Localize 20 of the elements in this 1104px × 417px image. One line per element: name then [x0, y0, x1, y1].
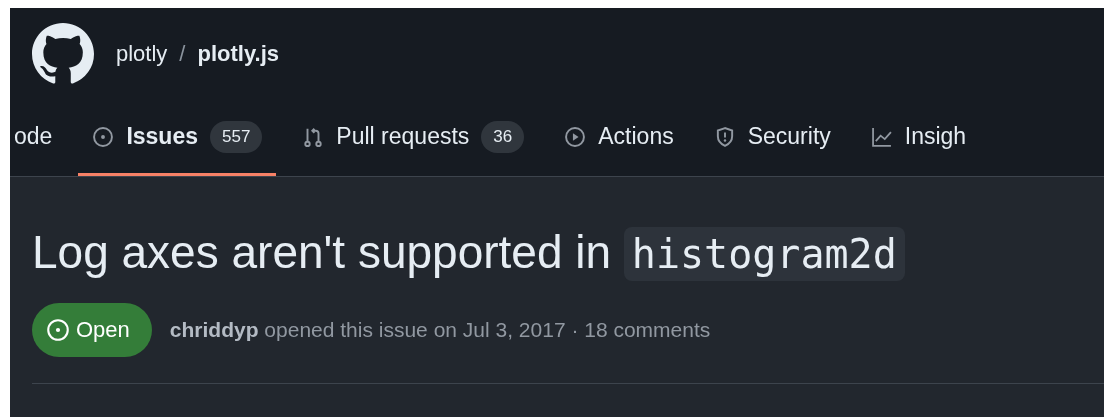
repo-owner-link[interactable]: plotly [116, 41, 168, 67]
issue-open-icon [46, 318, 70, 342]
repo-tab[interactable]: Actions [550, 100, 688, 176]
repo-tab[interactable]: Insigh [856, 100, 981, 176]
repo-tab[interactable]: Security [699, 100, 845, 176]
graph-icon [870, 125, 893, 148]
pull-request-icon [302, 125, 325, 148]
github-logo-icon[interactable] [32, 23, 94, 85]
repo-tab[interactable]: Pull requests 36 [288, 100, 539, 176]
issue-icon [92, 125, 115, 148]
play-icon [564, 125, 587, 148]
path-separator: / [179, 41, 186, 67]
issue-meta-text: chriddyp opened this issue on Jul 3, 2017 · 18 comments [169, 318, 711, 342]
tab-counter: 557 [210, 120, 263, 153]
repo-tab[interactable]: Issues 557 [78, 100, 277, 176]
tab-counter: 36 [481, 120, 525, 153]
issue-title: Log axes aren't supported in histogram2d [32, 217, 1104, 289]
repo-name-link[interactable]: plotly.js [197, 41, 279, 67]
issue-status-badge: Open [32, 303, 152, 357]
repo-tab[interactable]: ode [10, 100, 67, 176]
